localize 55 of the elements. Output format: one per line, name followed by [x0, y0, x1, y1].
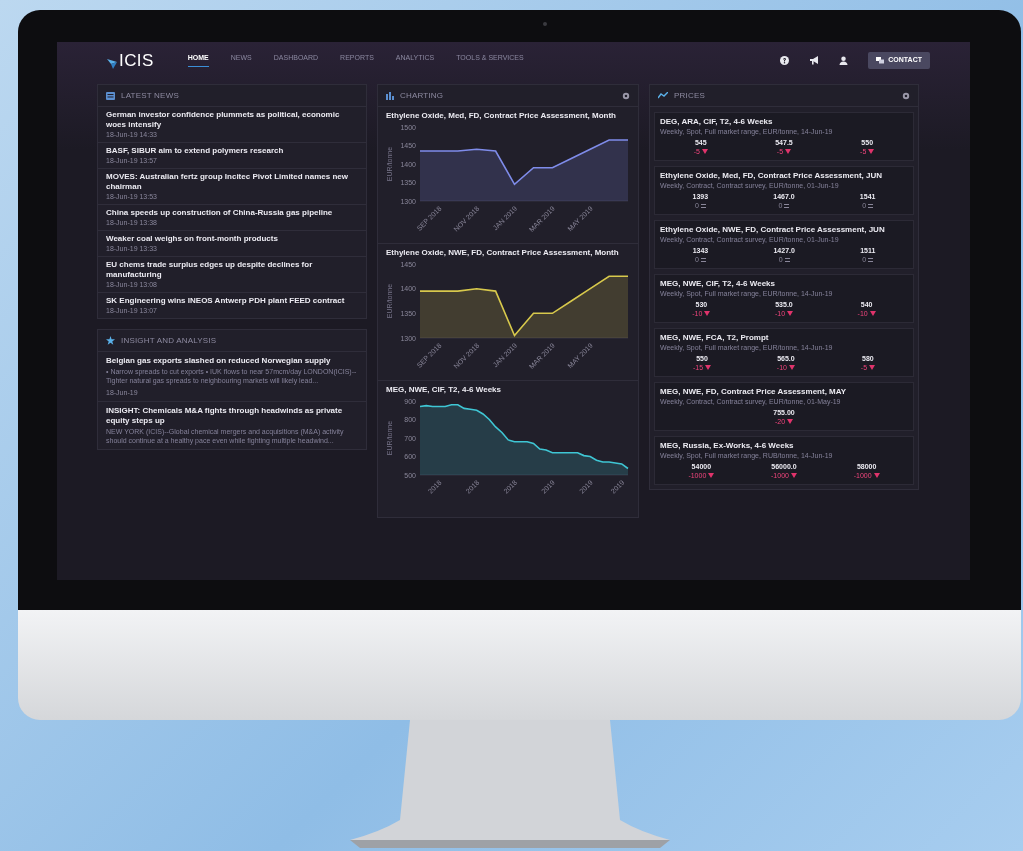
chat-icon	[876, 56, 885, 64]
down-triangle-icon	[785, 149, 792, 154]
down-triangle-icon	[708, 473, 715, 478]
price-title: Ethylene Oxide, NWE, FD, Contract Price Assessment, JUN	[660, 225, 886, 235]
equals-icon	[700, 203, 706, 208]
panel-title: PRICES	[674, 89, 705, 102]
insight-title: INSIGHT: Chemicals M&A fights through headwinds as private equity steps up	[106, 406, 344, 426]
user-icon[interactable]	[839, 55, 849, 65]
down-triangle-icon	[705, 365, 712, 370]
bar-chart-icon	[386, 91, 394, 100]
price-title: DEG, ARA, CIF, T2, 4-6 Weeks	[660, 117, 774, 127]
price-title: MEG, Russia, Ex-Works, 4-6 Weeks	[660, 441, 795, 451]
down-triangle-icon	[789, 365, 795, 370]
equals-icon	[784, 203, 790, 208]
news-title: BASF, SIBUR aim to extend polymers research	[106, 146, 285, 156]
insight-title: Belgian gas exports slashed on reduced Norwegian supply	[106, 356, 332, 366]
panel-title: INSIGHT AND ANALYSIS	[121, 334, 217, 347]
megaphone-icon[interactable]	[809, 55, 820, 65]
panel-title: CHARTING	[400, 89, 444, 102]
settings-icon[interactable]	[622, 91, 630, 100]
equals-icon	[784, 257, 790, 262]
chart-title: Ethylene Oxide, Med, FD, Contract Price Assessment, Month	[385, 111, 617, 121]
down-triangle-icon	[869, 365, 876, 370]
down-triangle-icon	[704, 311, 711, 316]
price-title: Ethylene Oxide, Med, FD, Contract Price Assessment, JUN	[660, 171, 883, 181]
down-triangle-icon	[868, 149, 875, 154]
news-title: German investor confidence plummets as political, economic woes intensify	[106, 110, 341, 130]
down-triangle-icon	[787, 419, 794, 424]
star-icon	[106, 336, 115, 345]
down-triangle-icon	[869, 311, 876, 316]
equals-icon	[700, 257, 706, 262]
camera-icon	[543, 22, 547, 26]
news-title: MOVES: Australian fertz group Incitec Pivot Limited names new chairman	[106, 172, 349, 192]
panel-title: LATEST NEWS	[121, 89, 179, 102]
news-title: China speeds up construction of China-Russia gas pipeline	[106, 208, 334, 218]
logo[interactable]: ICIS	[119, 51, 154, 69]
equals-icon	[868, 257, 874, 262]
newspaper-icon	[106, 91, 115, 100]
chart-title: MEG, NWE, CIF, T2, 4-6 Weeks	[385, 385, 502, 395]
down-triangle-icon	[701, 149, 708, 154]
news-title: Weaker coal weighs on front-month products	[106, 234, 279, 244]
settings-icon[interactable]	[902, 91, 910, 100]
price-title: MEG, NWE, CIF, T2, 4-6 Weeks	[660, 279, 776, 289]
news-title: SK Engineering wins INEOS Antwerp PDH plant FEED contract	[106, 296, 346, 306]
equals-icon	[868, 203, 874, 208]
logo-icon	[107, 58, 117, 69]
price-title: MEG, NWE, FD, Contract Price Assessment, MAY	[660, 387, 848, 397]
trend-line-icon	[658, 92, 668, 99]
price-title: MEG, NWE, FCA, T2, Prompt	[660, 333, 770, 343]
chart-title: Ethylene Oxide, NWE, FD, Contract Price Assessment, Month	[385, 248, 620, 258]
down-triangle-icon	[790, 473, 797, 478]
down-triangle-icon	[873, 473, 880, 478]
news-title: EU chems trade surplus edges up despite declines for manufacturing	[106, 260, 314, 280]
down-triangle-icon	[787, 311, 794, 316]
help-icon[interactable]	[780, 55, 790, 65]
